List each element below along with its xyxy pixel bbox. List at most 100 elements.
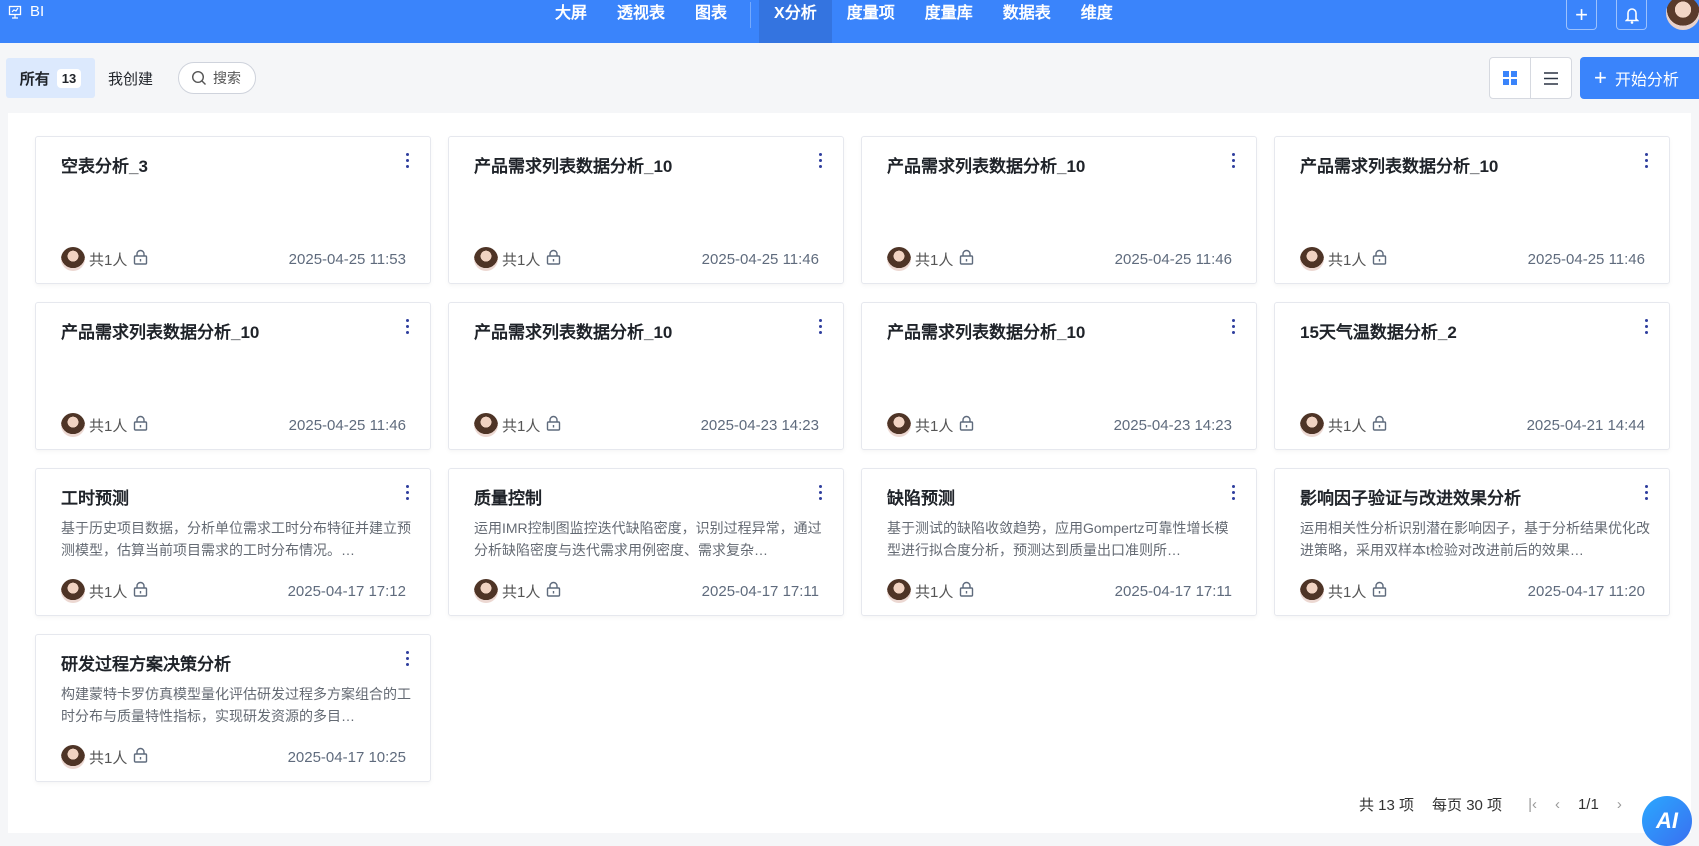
card-title: 产品需求列表数据分析_10 [474,323,673,342]
start-analysis-button[interactable]: + 开始分析 [1580,57,1699,99]
total-count: 共 13 项 [1359,797,1415,814]
card-title: 产品需求列表数据分析_10 [474,157,673,176]
more-options-icon[interactable] [1645,153,1649,168]
search-placeholder: 搜索 [213,70,241,86]
updated-time: 2025-04-23 14:23 [1113,416,1232,434]
brand[interactable]: BI [8,3,44,20]
member-count: 共1人 [502,417,541,435]
member-avatar [61,579,85,603]
nav-metrics[interactable]: 度量项 [832,0,910,43]
card-title: 产品需求列表数据分析_10 [887,157,1086,176]
lock-icon [133,581,148,601]
analysis-card[interactable]: 研发过程方案决策分析 构建蒙特卡罗仿真模型量化评估研发过程多方案组合的工时分布与… [35,634,431,782]
nav-data-table[interactable]: 数据表 [988,0,1066,43]
nav-dashboard[interactable]: 大屏 [540,0,602,43]
dashboard-icon [8,5,22,19]
analysis-card[interactable]: 缺陷预测 基于测试的缺陷收敛趋势，应用Gompertz可靠性增长模型进行拟合度分… [861,468,1257,616]
more-options-icon[interactable] [406,319,410,334]
card-title: 质量控制 [474,489,542,508]
card-footer: 共1人 2025-04-25 11:46 [474,247,819,271]
member-count: 共1人 [502,251,541,269]
top-bar: BI 大屏 透视表 图表 X分析 度量项 度量库 数据表 维度 + [0,0,1699,43]
more-options-icon[interactable] [406,153,410,168]
add-icon[interactable]: + [1566,0,1597,30]
analysis-card[interactable]: 影响因子验证与改进效果分析 运用相关性分析识别潜在影响因子，基于分析结果优化改进… [1274,468,1670,616]
analysis-card[interactable]: 产品需求列表数据分析_10 共1人 2025-04-23 14:23 [861,302,1257,450]
member-avatar [1300,413,1324,437]
analysis-card[interactable]: 产品需求列表数据分析_10 共1人 2025-04-25 11:46 [448,136,844,284]
member-avatar [61,745,85,769]
nav-dimension[interactable]: 维度 [1066,0,1128,43]
card-title: 工时预测 [61,489,129,508]
card-title: 缺陷预测 [887,489,955,508]
member-count: 共1人 [1328,251,1367,269]
more-options-icon[interactable] [1232,319,1236,334]
member-count: 共1人 [1328,417,1367,435]
member-avatar [1300,579,1324,603]
updated-time: 2025-04-25 11:46 [288,416,406,434]
more-options-icon[interactable] [819,319,823,334]
lock-icon [133,249,148,269]
member-count: 共1人 [915,251,954,269]
updated-time: 2025-04-25 11:46 [1114,250,1232,268]
list-view-button[interactable] [1530,58,1571,98]
analysis-card[interactable]: 产品需求列表数据分析_10 共1人 2025-04-25 11:46 [1274,136,1670,284]
lock-icon [1372,415,1387,435]
card-footer: 共1人 2025-04-25 11:46 [61,413,406,437]
search-input[interactable]: 搜索 [178,62,256,94]
analysis-card[interactable]: 15天气温数据分析_2 共1人 2025-04-21 14:44 [1274,302,1670,450]
card-footer: 共1人 2025-04-25 11:46 [887,247,1232,271]
count-badge: 13 [56,68,82,88]
tab-all[interactable]: 所有 13 [6,58,95,98]
main-nav: 大屏 透视表 图表 X分析 度量项 度量库 数据表 维度 [540,0,1128,43]
ai-assistant-button[interactable]: AI [1642,796,1692,846]
analysis-card[interactable]: 产品需求列表数据分析_10 共1人 2025-04-23 14:23 [448,302,844,450]
nav-x-analysis[interactable]: X分析 [759,0,832,43]
tab-mine[interactable]: 我创建 [108,68,153,89]
more-options-icon[interactable] [1232,153,1236,168]
pagination: 共 13 项 每页 30 项 |‹ ‹ 1/1 › [1359,794,1640,815]
more-options-icon[interactable] [819,153,823,168]
card-title: 产品需求列表数据分析_10 [887,323,1086,342]
member-avatar [474,247,498,271]
grid-view-button[interactable] [1490,58,1530,98]
first-page-icon[interactable]: |‹ [1528,796,1537,813]
analysis-card[interactable]: 质量控制 运用IMR控制图监控迭代缺陷密度，识别过程异常，通过分析缺陷密度与迭代… [448,468,844,616]
card-description: 基于测试的缺陷收敛趋势，应用Gompertz可靠性增长模型进行拟合度分析，预测达… [887,520,1229,558]
analysis-card[interactable]: 空表分析_3 共1人 2025-04-25 11:53 [35,136,431,284]
lock-icon [959,581,974,601]
more-options-icon[interactable] [1645,319,1649,334]
grid-icon [1503,71,1517,85]
more-options-icon[interactable] [406,485,410,500]
prev-page-icon[interactable]: ‹ [1555,796,1560,813]
more-options-icon[interactable] [1645,485,1649,500]
card-description: 运用IMR控制图监控迭代缺陷密度，识别过程异常，通过分析缺陷密度与迭代需求用例密… [474,520,822,558]
card-description: 基于历史项目数据，分析单位需求工时分布特征并建立预测模型，估算当前项目需求的工时… [61,520,411,558]
more-options-icon[interactable] [1232,485,1236,500]
card-title: 研发过程方案决策分析 [61,655,231,674]
analysis-card[interactable]: 产品需求列表数据分析_10 共1人 2025-04-25 11:46 [35,302,431,450]
lock-icon [1372,581,1387,601]
nav-chart[interactable]: 图表 [680,0,742,43]
next-page-icon[interactable]: › [1617,796,1622,813]
bell-icon[interactable] [1616,0,1647,30]
updated-time: 2025-04-25 11:46 [1527,250,1645,268]
nav-pivot[interactable]: 透视表 [602,0,680,43]
more-options-icon[interactable] [819,485,823,500]
analysis-card[interactable]: 产品需求列表数据分析_10 共1人 2025-04-25 11:46 [861,136,1257,284]
card-title: 影响因子验证与改进效果分析 [1300,489,1521,508]
user-avatar[interactable] [1666,0,1699,30]
card-footer: 共1人 2025-04-17 17:11 [887,579,1232,603]
card-title: 产品需求列表数据分析_10 [1300,157,1499,176]
card-description: 构建蒙特卡罗仿真模型量化评估研发过程多方案组合的工时分布与质量特性指标，实现研发… [61,686,411,724]
more-options-icon[interactable] [406,651,410,666]
page-size[interactable]: 每页 30 项 [1432,794,1502,815]
card-description: 运用相关性分析识别潜在影响因子，基于分析结果优化改进策略，采用双样本t检验对改进… [1300,520,1650,558]
plus-icon: + [1594,65,1607,90]
updated-time: 2025-04-21 14:44 [1526,416,1645,434]
updated-time: 2025-04-17 10:25 [287,748,406,766]
lock-icon [133,747,148,767]
nav-metric-library[interactable]: 度量库 [910,0,988,43]
card-footer: 共1人 2025-04-17 11:20 [1300,579,1645,603]
analysis-card[interactable]: 工时预测 基于历史项目数据，分析单位需求工时分布特征并建立预测模型，估算当前项目… [35,468,431,616]
